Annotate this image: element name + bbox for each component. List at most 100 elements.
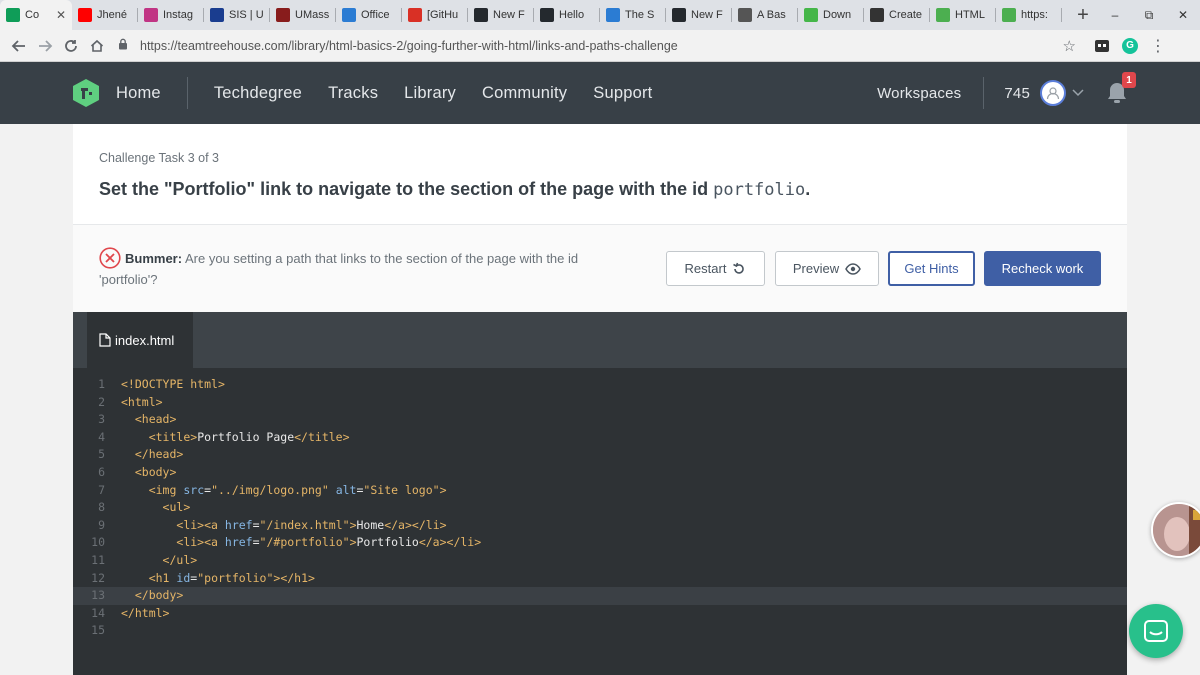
code-line[interactable]: 9 <li><a href="/index.html">Home</a></li… xyxy=(73,517,1127,535)
nav-community[interactable]: Community xyxy=(482,84,567,103)
close-tab-icon[interactable]: ✕ xyxy=(56,8,66,22)
code-line[interactable]: 15 xyxy=(73,622,1127,640)
browser-tab-title: UMass xyxy=(295,9,330,21)
code-lines[interactable]: 1 <!DOCTYPE html> 2 <html> 3 <head> 4 <title>… xyxy=(73,376,1127,640)
browser-tab[interactable]: The S xyxy=(600,0,666,30)
code-line[interactable]: 12 <h1 id="portfolio"></h1> xyxy=(73,570,1127,588)
line-content: <li><a href="/#portfolio">Portfolio</a><… xyxy=(176,535,482,550)
file-tab-index-html[interactable]: index.html xyxy=(87,312,193,368)
chat-widget-button[interactable] xyxy=(1129,604,1183,658)
code-line[interactable]: 2 <html> xyxy=(73,394,1127,412)
nav-divider xyxy=(186,77,188,109)
chrome-menu-icon[interactable]: ⋮ xyxy=(1144,33,1172,59)
preview-button[interactable]: Preview xyxy=(775,251,879,286)
code-line[interactable]: 7 <img src="../img/logo.png" alt="Site l… xyxy=(73,482,1127,500)
restore-button[interactable]: ⧉ xyxy=(1132,0,1166,30)
instagram-icon xyxy=(144,8,158,22)
user-avatar[interactable] xyxy=(1040,80,1066,106)
code-line[interactable]: 10 <li><a href="/#portfolio">Portfolio</… xyxy=(73,534,1127,552)
grammarly-icon[interactable]: G xyxy=(1116,33,1144,59)
browser-tab[interactable]: Jhené xyxy=(72,0,138,30)
browser-tab[interactable]: Hello xyxy=(534,0,600,30)
line-content: <ul> xyxy=(162,500,191,515)
chevron-down-icon[interactable] xyxy=(1072,84,1084,102)
error-message: Bummer: Are you setting a path that link… xyxy=(99,248,639,290)
code-line[interactable]: 8 <ul> xyxy=(73,499,1127,517)
browser-tab[interactable]: HTML xyxy=(930,0,996,30)
nav-workspaces[interactable]: Workspaces xyxy=(877,85,961,102)
error-title: Bummer: xyxy=(125,251,183,266)
line-number: 12 xyxy=(91,570,105,585)
task-instruction: Set the "Portfolio" link to navigate to … xyxy=(99,179,810,200)
browser-tab[interactable]: Instag xyxy=(138,0,204,30)
restart-label: Restart xyxy=(684,261,727,276)
floating-profile-avatar[interactable] xyxy=(1151,502,1200,558)
browser-tab[interactable]: UMass xyxy=(270,0,336,30)
browser-tab[interactable]: New F xyxy=(666,0,732,30)
site-header: Home Techdegree Tracks Library Community… xyxy=(0,62,1200,124)
nav-library[interactable]: Library xyxy=(404,84,456,103)
line-content: <title>Portfolio Page</title> xyxy=(148,429,350,444)
file-icon xyxy=(99,333,111,347)
code-line[interactable]: 6 <body> xyxy=(73,464,1127,482)
task-label: Challenge Task 3 of 3 xyxy=(99,151,219,165)
new-tab-button[interactable]: + xyxy=(1068,0,1098,30)
header-divider xyxy=(983,77,985,109)
chat-icon xyxy=(1144,620,1168,642)
code-line[interactable]: 14 </html> xyxy=(73,605,1127,623)
browser-tab[interactable]: Create xyxy=(864,0,930,30)
code-line[interactable]: 13 </body> xyxy=(73,587,1127,605)
browser-tab[interactable]: New F xyxy=(468,0,534,30)
browser-tab[interactable]: Office xyxy=(336,0,402,30)
editor-tab-bar: index.html xyxy=(73,312,1127,368)
minimize-button[interactable]: – xyxy=(1098,0,1132,30)
github-icon xyxy=(474,8,488,22)
browser-tab-title: Office xyxy=(361,9,390,21)
p-icon xyxy=(870,8,884,22)
browser-tab[interactable]: Co ✕ xyxy=(0,0,72,30)
browser-tab[interactable]: Down xyxy=(798,0,864,30)
url-field[interactable]: https://teamtreehouse.com/library/html-b… xyxy=(118,33,1088,59)
code-line[interactable]: 3 <head> xyxy=(73,411,1127,429)
line-content: <h1 id="portfolio"></h1> xyxy=(148,570,315,585)
nav-tracks[interactable]: Tracks xyxy=(328,84,378,103)
code-line[interactable]: 1 <!DOCTYPE html> xyxy=(73,376,1127,394)
nav-home[interactable]: Home xyxy=(116,84,161,103)
sheets-icon xyxy=(6,8,20,22)
bookmark-star-icon[interactable]: ☆ xyxy=(1063,37,1076,55)
line-number: 2 xyxy=(98,394,105,409)
extension-icon[interactable] xyxy=(1088,33,1116,59)
line-number: 6 xyxy=(98,464,105,479)
window-controls: – ⧉ ✕ xyxy=(1098,0,1200,30)
restart-button[interactable]: Restart xyxy=(666,251,765,286)
forward-icon[interactable] xyxy=(32,33,58,59)
line-number: 9 xyxy=(98,517,105,532)
back-icon[interactable] xyxy=(6,33,32,59)
home-icon[interactable] xyxy=(84,33,110,59)
get-hints-button[interactable]: Get Hints xyxy=(888,251,975,286)
line-number: 15 xyxy=(91,623,105,638)
code-line[interactable]: 11 </ul> xyxy=(73,552,1127,570)
browser-tab[interactable]: https: xyxy=(996,0,1062,30)
line-number: 10 xyxy=(91,535,105,550)
diamond-icon xyxy=(738,8,752,22)
code-line[interactable]: 5 </head> xyxy=(73,446,1127,464)
recheck-work-button[interactable]: Recheck work xyxy=(984,251,1101,286)
w3-icon xyxy=(1002,8,1016,22)
close-window-button[interactable]: ✕ xyxy=(1166,0,1200,30)
browser-tab[interactable]: SIS | U xyxy=(204,0,270,30)
nav-techdegree[interactable]: Techdegree xyxy=(214,84,302,103)
browser-tab[interactable]: A Bas xyxy=(732,0,798,30)
notification-bell-icon[interactable]: 1 xyxy=(1104,72,1136,106)
line-number: 13 xyxy=(91,588,105,603)
nav-support[interactable]: Support xyxy=(593,84,652,103)
browser-tab-title: Down xyxy=(823,9,852,21)
browser-tab[interactable]: [GitHu xyxy=(402,0,468,30)
feedback-bar: Bummer: Are you setting a path that link… xyxy=(73,225,1127,312)
treehouse-logo-icon[interactable] xyxy=(72,78,100,108)
line-content: <!DOCTYPE html> xyxy=(121,377,225,391)
reload-icon[interactable] xyxy=(58,33,84,59)
browser-tab-title: [GitHu xyxy=(427,9,459,21)
code-line[interactable]: 4 <title>Portfolio Page</title> xyxy=(73,429,1127,447)
browser-tab-title: The S xyxy=(625,9,655,21)
